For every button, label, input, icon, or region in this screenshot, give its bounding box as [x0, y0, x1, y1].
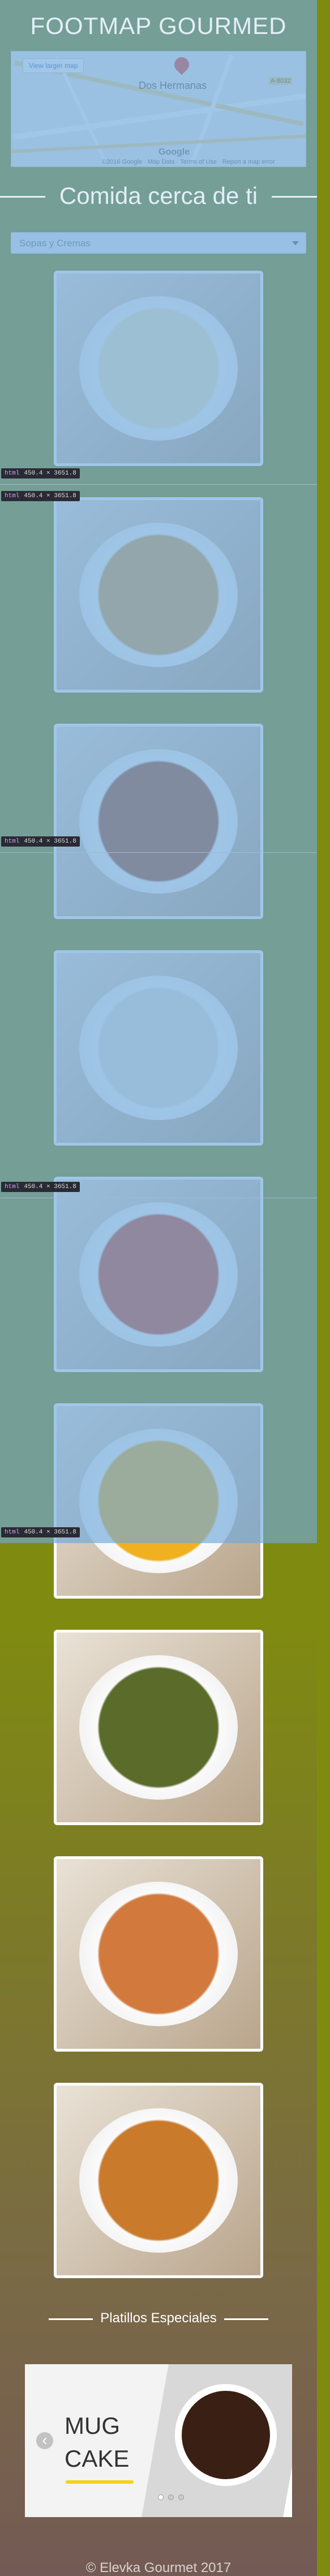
food-card-sopa-tomate[interactable]	[54, 1177, 263, 1372]
food-card-caldo-carne[interactable]	[54, 724, 263, 919]
food-card-crema-verde[interactable]	[54, 950, 263, 1146]
page-edge	[317, 0, 330, 2576]
devtools-size-tag: html 450.4 × 3651.8	[1, 491, 80, 501]
bowl-image	[79, 2108, 238, 2253]
bowl-image	[79, 976, 238, 1120]
map-pin-icon	[171, 54, 192, 75]
devtools-guide-line	[0, 852, 317, 853]
category-select[interactable]: Sopas y Cremas	[11, 232, 306, 254]
heading-divider	[49, 2318, 93, 2320]
food-card-espaguetis-garbanzos[interactable]	[54, 2083, 263, 2278]
food-card-sopa-marisco[interactable]	[54, 497, 263, 693]
devtools-size-tag: html 450.4 × 3651.8	[1, 1527, 80, 1537]
carousel-dot[interactable]	[178, 2494, 184, 2500]
food-card-sopa-verduras[interactable]	[54, 271, 263, 466]
chevron-down-icon	[292, 241, 299, 245]
slide-caption: MUG CAKE	[65, 2412, 130, 2472]
nearby-food-heading-text: Comida cerca de ti	[59, 182, 258, 209]
bowl-image	[79, 1429, 238, 1573]
category-select-value: Sopas y Cremas	[19, 238, 91, 249]
map-attribution: ©2016 Google · Map Data · Terms of Use ·…	[102, 159, 275, 165]
devtools-size-tag: html 450.4 × 3651.8	[1, 836, 80, 847]
food-card-sopa-fideos[interactable]	[54, 1856, 263, 2052]
carousel-prev-button[interactable]: ‹	[36, 2432, 53, 2449]
food-card-crema-calabaza[interactable]	[54, 1403, 263, 1599]
specials-heading: Platillos Especiales	[0, 2310, 317, 2326]
nearby-food-heading: Comida cerca de ti	[0, 182, 317, 210]
map-city-label: Dos Hermanas	[139, 80, 207, 91]
carousel-dot[interactable]	[158, 2494, 164, 2500]
view-larger-map-button[interactable]: View larger map	[23, 58, 84, 73]
carousel-dots	[158, 2494, 184, 2500]
heading-divider	[0, 196, 45, 198]
bowl-image	[79, 1882, 238, 2026]
site-title: FOOTMAP GOURMED	[30, 12, 287, 39]
carousel-dot[interactable]	[168, 2494, 174, 2500]
heading-divider	[272, 196, 317, 198]
devtools-guide-line	[0, 484, 317, 485]
bowl-image	[79, 1202, 238, 1347]
location-map[interactable]: View larger map Dos Hermanas A-8032 Goog…	[11, 51, 306, 167]
bowl-image	[79, 523, 238, 667]
bowl-image	[79, 1655, 238, 1800]
bowl-image	[79, 296, 238, 441]
bowl-image	[79, 749, 238, 894]
devtools-size-tag: html 450.4 × 3651.8	[1, 1182, 80, 1192]
footer-copyright: © Elevka Gourmet 2017	[85, 2560, 232, 2575]
heading-divider	[224, 2318, 268, 2320]
specials-carousel[interactable]: MUG CAKE ‹	[25, 2364, 292, 2517]
specials-heading-text: Platillos Especiales	[100, 2310, 217, 2326]
devtools-size-tag: html 450.4 × 3651.8	[1, 468, 80, 479]
food-card-sopa-costilla[interactable]	[54, 1630, 263, 1825]
map-road-label: A-8032	[269, 77, 293, 85]
map-brand: Google	[158, 147, 190, 157]
